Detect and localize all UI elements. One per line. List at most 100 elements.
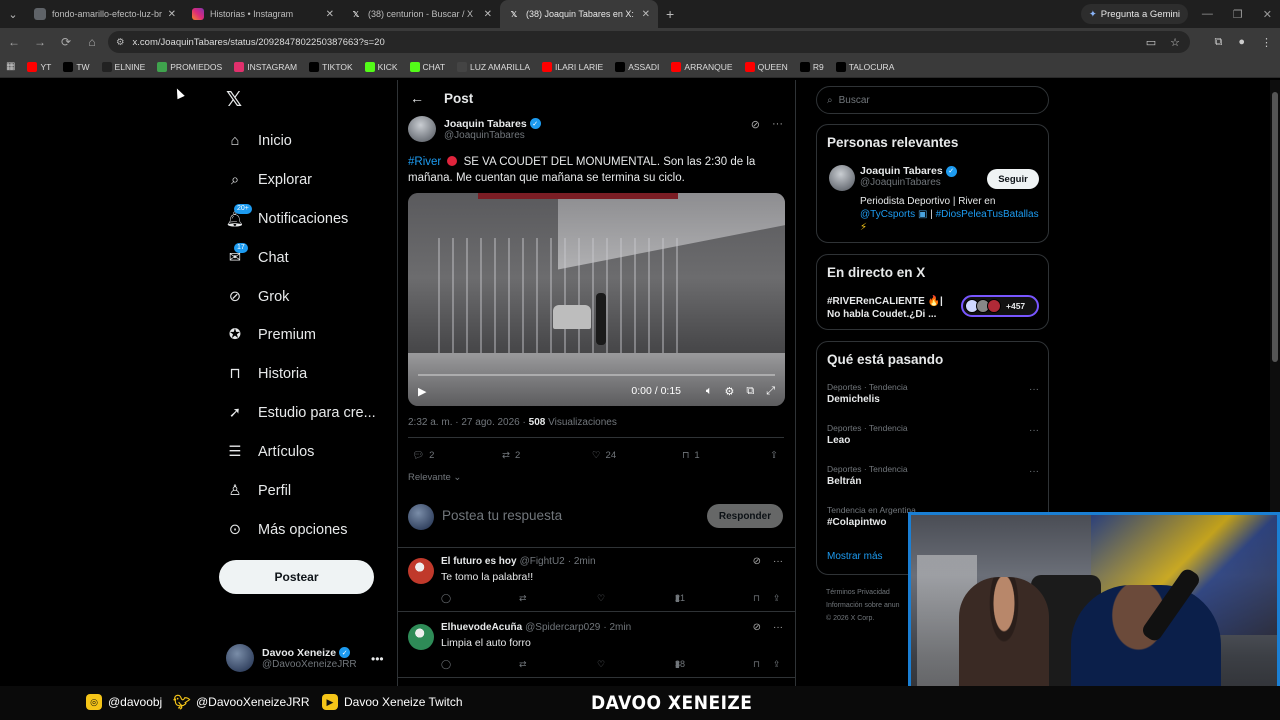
extensions-icon[interactable]: ⧉ <box>1214 36 1222 49</box>
repost-icon[interactable]: ⇄ <box>519 593 527 604</box>
heart-icon[interactable]: ♡ <box>597 593 605 604</box>
apps-grid-icon[interactable]: ▦ <box>6 61 15 72</box>
sort-dropdown[interactable]: Relevante ⌄ <box>408 472 461 483</box>
sidebar-item-explorar[interactable]: ⌕ Explorar <box>226 167 312 193</box>
bookmark-item[interactable]: YT <box>27 61 51 72</box>
reply-author[interactable]: ElhuevodeAcuña <box>441 622 522 633</box>
tab-close-icon[interactable]: ✕ <box>168 9 176 20</box>
pip-icon[interactable]: ⧉ <box>746 385 754 398</box>
bookmark-item[interactable]: ELNINE <box>101 61 145 72</box>
person-name[interactable]: Joaquin Tabares <box>860 165 943 177</box>
show-more-link[interactable]: Mostrar más <box>827 551 883 562</box>
sidebar-item-historia[interactable]: ⊓ Historia <box>226 361 307 387</box>
site-info-icon[interactable]: ⚙ <box>116 37 125 48</box>
x-logo-icon[interactable]: 𝕏 <box>226 90 246 110</box>
footer-ads[interactable]: Información sobre anun <box>826 599 900 612</box>
bio-link[interactable]: @TyCsports <box>860 209 915 220</box>
reload-icon[interactable]: ⟳ <box>54 35 78 49</box>
close-window-icon[interactable]: ✕ <box>1263 8 1272 21</box>
grok-icon[interactable]: ⊘ <box>753 622 761 633</box>
bio-hashtag[interactable]: #DiosPeleaTusBatallas <box>936 209 1039 220</box>
bookmark-item[interactable]: LUZ AMARILLA <box>457 61 530 72</box>
bookmark-icon[interactable]: ⊓ <box>753 593 760 604</box>
bookmark-icon[interactable]: ⊓ <box>753 659 760 670</box>
browser-tab-2[interactable]: Historias • Instagram ✕ <box>184 0 342 28</box>
bookmark-item[interactable]: CHAT <box>409 61 445 72</box>
account-switcher[interactable]: Davoo Xeneize ✓ @DavooXeneizeJRR <box>226 644 357 672</box>
sidebar-item-artículos[interactable]: ☰ Artículos <box>226 439 315 465</box>
sidebar-item-estudio-para-cre[interactable]: ➚ Estudio para cre... <box>226 400 376 426</box>
sidebar-item-grok[interactable]: ⊘ Grok <box>226 284 290 310</box>
heart-icon[interactable]: ♡ <box>597 659 605 670</box>
reply-tweet[interactable]: ElhuevodeAcuña @Spidercarp029 · 2min ⊘ ··· Li… <box>398 614 795 678</box>
sidebar-item-perfil[interactable]: ♙ Perfil <box>226 478 292 504</box>
forward-icon[interactable]: → <box>28 35 52 49</box>
bookmark-item[interactable]: QUEEN <box>744 61 788 72</box>
footer-terms[interactable]: Términos Privacidad <box>826 586 900 599</box>
like-stat[interactable]: ♡ 24 <box>592 450 616 461</box>
fullscreen-icon[interactable]: ⤢ <box>766 385 775 398</box>
more-icon[interactable]: ··· <box>773 556 783 567</box>
more-icon[interactable]: ··· <box>773 622 783 633</box>
volume-icon[interactable]: 🔈︎ <box>706 385 713 398</box>
back-arrow-icon[interactable]: ← <box>410 90 424 106</box>
tab-search-icon[interactable]: ⌄ <box>0 0 26 28</box>
hashtag-link[interactable]: #River <box>408 156 441 168</box>
tab-close-icon[interactable]: ✕ <box>326 9 334 20</box>
bookmark-item[interactable]: TW <box>63 61 90 72</box>
trend-more-icon[interactable]: ··· <box>1029 425 1039 436</box>
trend-item[interactable]: Deportes · Tendencia Beltrán <box>827 464 908 487</box>
account-more-icon[interactable]: ••• <box>371 652 384 666</box>
bookmark-item[interactable]: ILARI LARIE <box>542 61 603 72</box>
more-icon[interactable]: ··· <box>772 118 783 131</box>
search-input[interactable]: ⌕ Buscar <box>816 86 1049 114</box>
bookmark-stat[interactable]: ⊓ 1 <box>682 450 700 461</box>
home-browser-icon[interactable]: ⌂ <box>80 35 104 49</box>
bookmark-item[interactable]: PROMIEDOS <box>157 61 222 72</box>
browser-tab-1[interactable]: fondo-amarillo-efecto-luz-brilla ✕ <box>26 0 184 28</box>
bookmark-item[interactable]: INSTAGRAM <box>234 61 297 72</box>
reply-input[interactable]: Postea tu respuesta <box>442 508 562 523</box>
trend-more-icon[interactable]: ··· <box>1029 384 1039 395</box>
settings-icon[interactable]: ⚙ <box>724 385 734 398</box>
gemini-button[interactable]: ✦ Pregunta a Gemini <box>1080 4 1188 24</box>
post-button[interactable]: Postear <box>219 560 374 594</box>
grok-icon[interactable]: ⊘ <box>753 556 761 567</box>
cast-icon[interactable]: ▭ <box>1146 36 1156 49</box>
browser-menu-icon[interactable]: ⋮ <box>1261 36 1272 49</box>
trend-item[interactable]: Deportes · Tendencia Leao <box>827 423 908 446</box>
grok-icon[interactable]: ⊘ <box>751 118 760 131</box>
browser-tab-4[interactable]: 𝕏 (38) Joaquin Tabares en X: "#Riv ✕ <box>500 0 658 28</box>
tab-close-icon[interactable]: ✕ <box>642 9 650 20</box>
sidebar-item-más-opciones[interactable]: ⊙ Más opciones <box>226 517 348 543</box>
reply-tweet[interactable]: El futuro es hoy @FightU2 · 2min ⊘ ··· Te tom… <box>398 548 795 612</box>
live-participants[interactable]: +457 <box>961 295 1039 317</box>
reply-stat[interactable]: 💬︎ 2 <box>412 450 434 461</box>
reply-author[interactable]: El futuro es hoy <box>441 556 517 567</box>
share-icon[interactable]: ⇪ <box>773 593 781 604</box>
bookmark-item[interactable]: KICK <box>364 61 398 72</box>
maximize-icon[interactable]: ❐ <box>1233 8 1243 21</box>
profile-browser-icon[interactable]: ● <box>1238 36 1245 48</box>
trend-more-icon[interactable]: ··· <box>1029 466 1039 477</box>
tweet-author[interactable]: Joaquin Tabares ✓ @JoaquinTabares <box>408 116 541 142</box>
sidebar-item-chat[interactable]: ✉ 17 Chat <box>226 243 289 271</box>
sidebar-item-notificaciones[interactable]: 🔔︎ 20+ Notificaciones <box>226 204 348 232</box>
tab-close-icon[interactable]: ✕ <box>484 9 492 20</box>
share-icon[interactable]: ⇪ <box>770 450 778 461</box>
reply-button[interactable]: Responder <box>707 504 783 528</box>
repost-icon[interactable]: ⇄ <box>519 659 527 670</box>
share-icon[interactable]: ⇪ <box>773 659 781 670</box>
bookmark-item[interactable]: TALOCURA <box>835 61 894 72</box>
trend-item[interactable]: Deportes · Tendencia Demichelis <box>827 382 908 405</box>
address-bar[interactable]: ⚙ x.com/JoaquinTabares/status/2092847802… <box>108 31 1190 53</box>
sidebar-item-premium[interactable]: ✪ Premium <box>226 322 316 348</box>
avatar[interactable] <box>408 624 434 650</box>
bookmark-item[interactable]: R9 <box>799 61 824 72</box>
follow-button[interactable]: Seguir <box>987 169 1039 189</box>
bookmark-item[interactable]: ARRANQUE <box>671 61 733 72</box>
back-icon[interactable]: ← <box>2 35 26 49</box>
sidebar-item-inicio[interactable]: ⌂ Inicio <box>226 128 292 154</box>
trend-item[interactable]: Tendencia en Argentina #Colapintwo <box>827 505 916 528</box>
bookmark-item[interactable]: TIKTOK <box>309 61 353 72</box>
